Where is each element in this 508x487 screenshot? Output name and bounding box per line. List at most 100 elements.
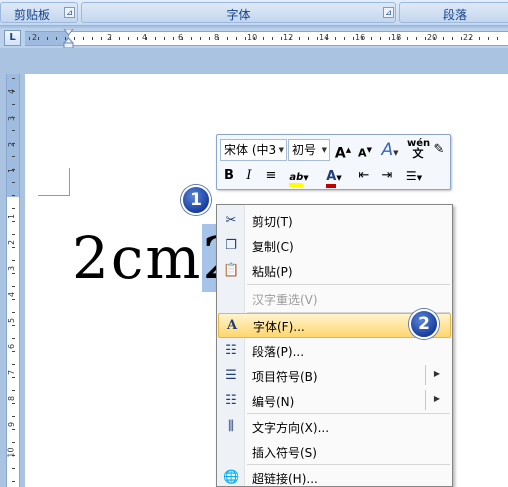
font-color-button[interactable]: A▼ [320, 166, 348, 188]
ruler-number: 22 [463, 33, 474, 42]
ruler-number: 3 [7, 265, 17, 272]
ruler-number: 10 [6, 447, 16, 458]
step-badge-2: 2 [409, 309, 439, 339]
margin-corner-mark [38, 195, 69, 196]
ruler-tick [12, 234, 15, 235]
vertical-ruler[interactable]: 4 3 2 1 1 2 3 4 5 6 7 8 9 10 [6, 74, 20, 487]
menu-item-paragraph[interactable]: ☷ 段落(P)... [217, 338, 452, 363]
ruler-number: 6 [7, 343, 17, 350]
ruler-tick [12, 104, 15, 105]
chevron-right-icon[interactable]: ▶ [434, 394, 440, 403]
ribbon-group-clipboard: 剪贴板 ⊿ [0, 2, 78, 23]
ruler-tick [290, 37, 291, 40]
ruler-tick [12, 156, 15, 157]
ruler-tick [12, 351, 15, 352]
decrease-indent-icon[interactable]: ⇤ [355, 166, 373, 186]
horizontal-ruler[interactable]: 2 2 4 6 8 10 12 14 16 18 20 22 [25, 31, 508, 46]
font-color-icon: A [326, 169, 337, 188]
indent-marker-icon[interactable] [63, 29, 74, 49]
highlight-color-button[interactable]: ab▼ [284, 166, 314, 187]
menu-item-insert-symbol[interactable]: 插入符号(S) [217, 439, 452, 464]
bullets-icon: ☰ [405, 169, 417, 183]
submenu-divider [425, 365, 426, 385]
ruler-number: 18 [391, 33, 402, 42]
ruler-tick [12, 325, 15, 326]
shrink-font-button[interactable]: A▼ [355, 140, 375, 160]
ruler-tick [128, 37, 129, 40]
ruler-tick [218, 37, 219, 40]
font-size-combo[interactable]: 初号 ▼ [288, 139, 330, 161]
context-menu: ✂ 剪切(T) ❐ 复制(C) 📋 粘贴(P) 汉字重选(V) A 字体(F).… [216, 204, 453, 487]
grow-font-button[interactable]: A▲ [333, 140, 353, 162]
menu-item-label: 文字方向(X)... [252, 421, 330, 435]
submenu-divider [425, 390, 426, 410]
ruler-tick [200, 37, 201, 40]
ruler-tick [443, 37, 444, 40]
center-align-icon[interactable]: ≡ [262, 166, 280, 186]
italic-button[interactable]: I [241, 166, 257, 186]
copy-icon: ❐ [225, 238, 237, 253]
font-dialog-launcher-icon[interactable]: ⊿ [383, 7, 394, 18]
ruler-tick [254, 37, 255, 40]
chevron-down-icon: ▼ [278, 146, 284, 154]
styles-button[interactable]: A▼ [377, 140, 403, 160]
ruler-tick [353, 37, 354, 40]
menu-item-label: 项目符号(B) [252, 370, 318, 384]
ruler-tick [12, 91, 15, 92]
menu-item-text-direction[interactable]: ⫼ 文字方向(X)... [217, 414, 452, 439]
ribbon-group-bar: 剪贴板 ⊿ 字体 ⊿ 段落 [0, 0, 508, 26]
menu-item-label: 插入符号(S) [252, 446, 317, 460]
ruler-tick [12, 208, 15, 209]
chevron-right-icon[interactable]: ▶ [434, 369, 440, 378]
ruler-number: 4 [7, 291, 17, 298]
ruler-tick [12, 377, 15, 378]
shrink-font-icon: A [358, 146, 367, 160]
ruler-tick [12, 221, 15, 222]
ruler-number: 14 [319, 33, 330, 42]
margin-corner-mark [69, 168, 70, 196]
ruler-tick [182, 37, 183, 40]
phonetic-guide-button[interactable]: wén 文 [407, 139, 430, 160]
ruler-tick [12, 338, 15, 339]
ruler-tick [263, 37, 264, 40]
ruler-tick [119, 37, 120, 40]
ruler-tick [317, 37, 318, 40]
styles-icon: A [381, 140, 394, 160]
menu-item-label: 复制(C) [252, 240, 294, 254]
ribbon-group-clipboard-label: 剪贴板 [13, 8, 50, 22]
ruler-number: 1 [7, 213, 17, 220]
ruler-tick [344, 37, 345, 40]
ruler-tick [245, 37, 246, 40]
ruler-tick [12, 143, 15, 144]
menu-item-cut[interactable]: ✂ 剪切(T) [217, 208, 452, 233]
tab-selector-button[interactable]: L [4, 30, 21, 46]
ruler-tick [173, 37, 174, 40]
highlight-color-icon: ab [289, 172, 304, 187]
menu-item-hyperlink[interactable]: 🌐 超链接(H)... [217, 465, 452, 487]
menu-item-label: 字体(F)... [253, 320, 305, 334]
bullets-button[interactable]: ☰▼ [400, 166, 428, 186]
ruler-number: 2 [32, 33, 38, 42]
increase-indent-icon[interactable]: ⇥ [378, 166, 396, 186]
ruler-tick [12, 182, 15, 183]
scissors-icon: ✂ [225, 213, 237, 228]
font-name-value: 宋体 (中3 [224, 143, 277, 157]
ruler-number: 10 [247, 33, 258, 42]
format-painter-icon[interactable]: ✎ [430, 140, 448, 160]
ruler-tick [12, 364, 15, 365]
menu-item-numbering[interactable]: ☷ 编号(N) ▶ [217, 388, 452, 413]
font-name-combo[interactable]: 宋体 (中3 ▼ [220, 139, 287, 161]
clipboard-dialog-launcher-icon[interactable]: ⊿ [64, 7, 75, 18]
menu-item-copy[interactable]: ❐ 复制(C) [217, 233, 452, 258]
ruler-tick [335, 37, 336, 40]
ruler-tick [110, 37, 111, 40]
menu-item-paste[interactable]: 📋 粘贴(P) [217, 258, 452, 283]
menu-item-bullets[interactable]: ☰ 项目符号(B) ▶ [217, 363, 452, 388]
ruler-number: 8 [7, 395, 17, 402]
text-direction-icon: ⫼ [228, 419, 234, 434]
menu-separator [247, 284, 450, 285]
ruler-tick [146, 37, 147, 40]
ruler-tick [74, 37, 75, 40]
bold-button[interactable]: B [221, 166, 237, 186]
ribbon-group-font-label: 字体 [226, 8, 251, 22]
